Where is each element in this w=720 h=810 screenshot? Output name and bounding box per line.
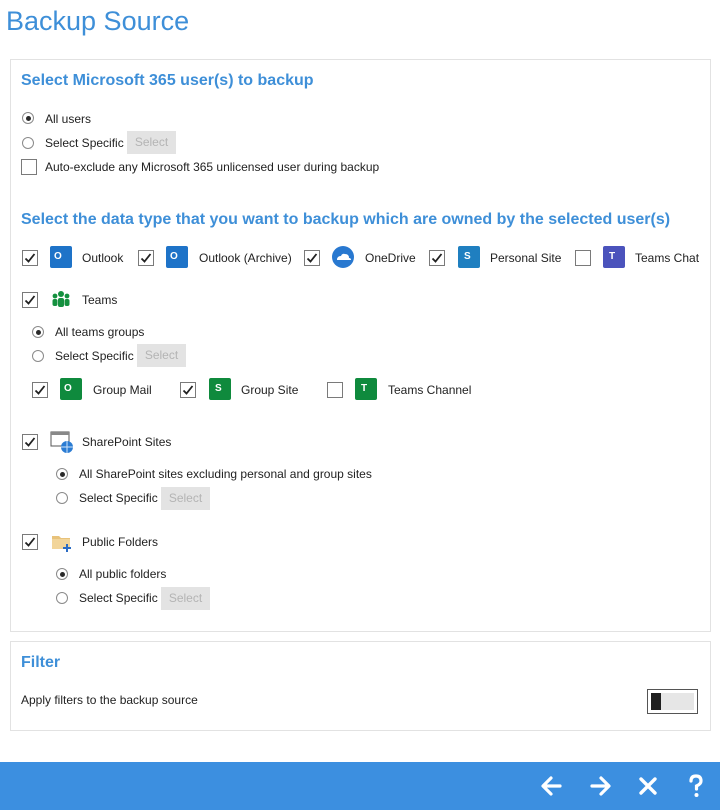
all-users-radio[interactable] xyxy=(22,112,34,124)
toggle-knob xyxy=(651,693,661,710)
page-title: Backup Source xyxy=(6,6,190,36)
public-folder-icon xyxy=(50,530,72,552)
group-mail-icon: O xyxy=(60,378,82,400)
all-public-folders-radio[interactable] xyxy=(56,568,68,580)
all-sharepoint-label[interactable]: All SharePoint sites excluding personal … xyxy=(79,467,372,481)
filter-toggle[interactable] xyxy=(647,689,698,714)
teams-checkbox[interactable] xyxy=(22,292,38,308)
sharepoint-sites-checkbox[interactable] xyxy=(22,434,38,450)
all-teams-groups-radio[interactable] xyxy=(32,326,44,338)
teams-people-icon xyxy=(50,288,72,310)
footer-bar xyxy=(0,762,720,810)
teams-channel-checkbox[interactable] xyxy=(327,382,343,398)
personal-site-checkbox[interactable] xyxy=(429,250,445,266)
teams-label[interactable]: Teams xyxy=(82,293,117,307)
teams-chat-icon: T xyxy=(603,246,625,268)
select-specific-users-label[interactable]: Select Specific xyxy=(45,136,124,150)
pf-select-specific-radio[interactable] xyxy=(56,592,68,604)
select-users-button[interactable]: Select xyxy=(127,131,176,154)
auto-exclude-checkbox[interactable] xyxy=(21,159,37,175)
teams-channel-label[interactable]: Teams Channel xyxy=(388,383,471,397)
outlook-icon: O xyxy=(50,246,72,268)
public-folders-label[interactable]: Public Folders xyxy=(82,535,158,549)
outlook-label[interactable]: Outlook xyxy=(82,251,123,265)
teams-select-specific-label[interactable]: Select Specific xyxy=(55,349,134,363)
close-icon xyxy=(639,777,657,795)
outlook-archive-checkbox[interactable] xyxy=(138,250,154,266)
sharepoint-sites-label[interactable]: SharePoint Sites xyxy=(82,435,171,449)
group-mail-label[interactable]: Group Mail xyxy=(93,383,152,397)
outlook-checkbox[interactable] xyxy=(22,250,38,266)
pf-select-button[interactable]: Select xyxy=(161,587,210,610)
back-button[interactable] xyxy=(538,772,566,800)
sp-select-specific-radio[interactable] xyxy=(56,492,68,504)
teams-channel-icon: T xyxy=(355,378,377,400)
all-sharepoint-radio[interactable] xyxy=(56,468,68,480)
filter-panel xyxy=(10,641,711,731)
arrow-right-icon xyxy=(590,776,611,796)
all-public-folders-label[interactable]: All public folders xyxy=(79,567,166,581)
pf-select-specific-label[interactable]: Select Specific xyxy=(79,591,158,605)
filter-apply-label: Apply filters to the backup source xyxy=(21,693,198,707)
group-site-checkbox[interactable] xyxy=(180,382,196,398)
select-specific-users-radio[interactable] xyxy=(22,137,34,149)
help-icon xyxy=(689,774,703,797)
public-folders-checkbox[interactable] xyxy=(22,534,38,550)
users-heading: Select Microsoft 365 user(s) to backup xyxy=(21,72,314,89)
onedrive-label[interactable]: OneDrive xyxy=(365,251,416,265)
all-teams-groups-label[interactable]: All teams groups xyxy=(55,325,144,339)
teams-chat-label[interactable]: Teams Chat xyxy=(635,251,699,265)
sharepoint-personal-site-icon: S xyxy=(458,246,480,268)
auto-exclude-label[interactable]: Auto-exclude any Microsoft 365 unlicense… xyxy=(45,160,379,174)
group-site-icon: S xyxy=(209,378,231,400)
outlook-archive-label[interactable]: Outlook (Archive) xyxy=(199,251,292,265)
personal-site-label[interactable]: Personal Site xyxy=(490,251,561,265)
teams-select-button[interactable]: Select xyxy=(137,344,186,367)
sp-select-specific-label[interactable]: Select Specific xyxy=(79,491,158,505)
sharepoint-sites-icon xyxy=(50,430,73,453)
all-users-label[interactable]: All users xyxy=(45,112,91,126)
onedrive-checkbox[interactable] xyxy=(304,250,320,266)
filter-heading: Filter xyxy=(21,654,61,671)
next-button[interactable] xyxy=(586,772,614,800)
teams-select-specific-radio[interactable] xyxy=(32,350,44,362)
help-button[interactable] xyxy=(682,772,710,800)
close-button[interactable] xyxy=(634,772,662,800)
sp-select-button[interactable]: Select xyxy=(161,487,210,510)
onedrive-icon xyxy=(332,246,354,268)
teams-chat-checkbox[interactable] xyxy=(575,250,591,266)
group-site-label[interactable]: Group Site xyxy=(241,383,298,397)
group-mail-checkbox[interactable] xyxy=(32,382,48,398)
data-types-heading: Select the data type that you want to ba… xyxy=(21,211,671,228)
arrow-left-icon xyxy=(541,776,562,796)
outlook-archive-icon: O xyxy=(166,246,188,268)
